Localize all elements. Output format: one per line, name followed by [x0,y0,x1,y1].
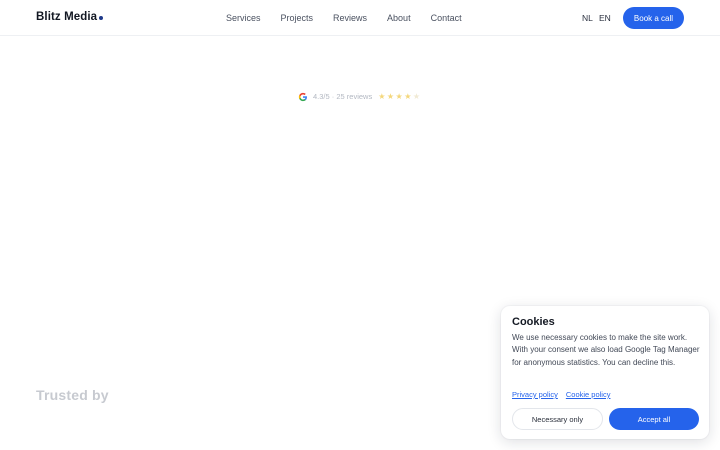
star-icon: ★ [386,91,395,101]
rating-stars: ★ ★ ★ ★ ★ [378,91,421,101]
google-g-icon [298,92,307,101]
necessary-only-button[interactable]: Necessary only [512,408,603,430]
nav-link-reviews[interactable]: Reviews [333,13,367,23]
main-nav: Services Projects Reviews About Contact [226,13,462,23]
nav-link-about[interactable]: About [387,13,411,23]
nav-link-contact[interactable]: Contact [431,13,462,23]
cookie-policy-links: Privacy policy Cookie policy [512,390,618,399]
nav-link-projects[interactable]: Projects [281,13,314,23]
brand-name: Blitz Media [36,11,98,23]
brand-logo[interactable]: Blitz Media [36,11,104,23]
language-en[interactable]: EN [599,13,611,23]
book-call-button[interactable]: Book a call [623,7,684,29]
language-nl[interactable]: NL [582,13,593,23]
star-icon: ★ [412,91,421,101]
site-header: Blitz Media Services Projects Reviews Ab… [0,0,720,36]
google-rating[interactable]: 4.3/5 · 25 reviews ★ ★ ★ ★ ★ [298,91,422,102]
cookie-description: We use necessary cookies to make the sit… [512,333,700,367]
accept-all-button[interactable]: Accept all [609,408,699,430]
star-icon: ★ [395,91,403,101]
cookie-banner: Cookies We use necessary cookies to make… [501,306,709,439]
star-icon: ★ [378,91,386,101]
cookie-policy-link[interactable]: Cookie policy [566,390,611,399]
star-icon: ★ [404,91,412,101]
rating-text: 4.3/5 · 25 reviews [313,92,373,101]
nav-link-services[interactable]: Services [226,13,261,23]
cookie-title: Cookies [512,316,555,328]
trusted-by-heading: Trusted by [36,387,109,403]
brand-dot-icon [99,15,104,20]
privacy-policy-link[interactable]: Privacy policy [512,390,558,399]
